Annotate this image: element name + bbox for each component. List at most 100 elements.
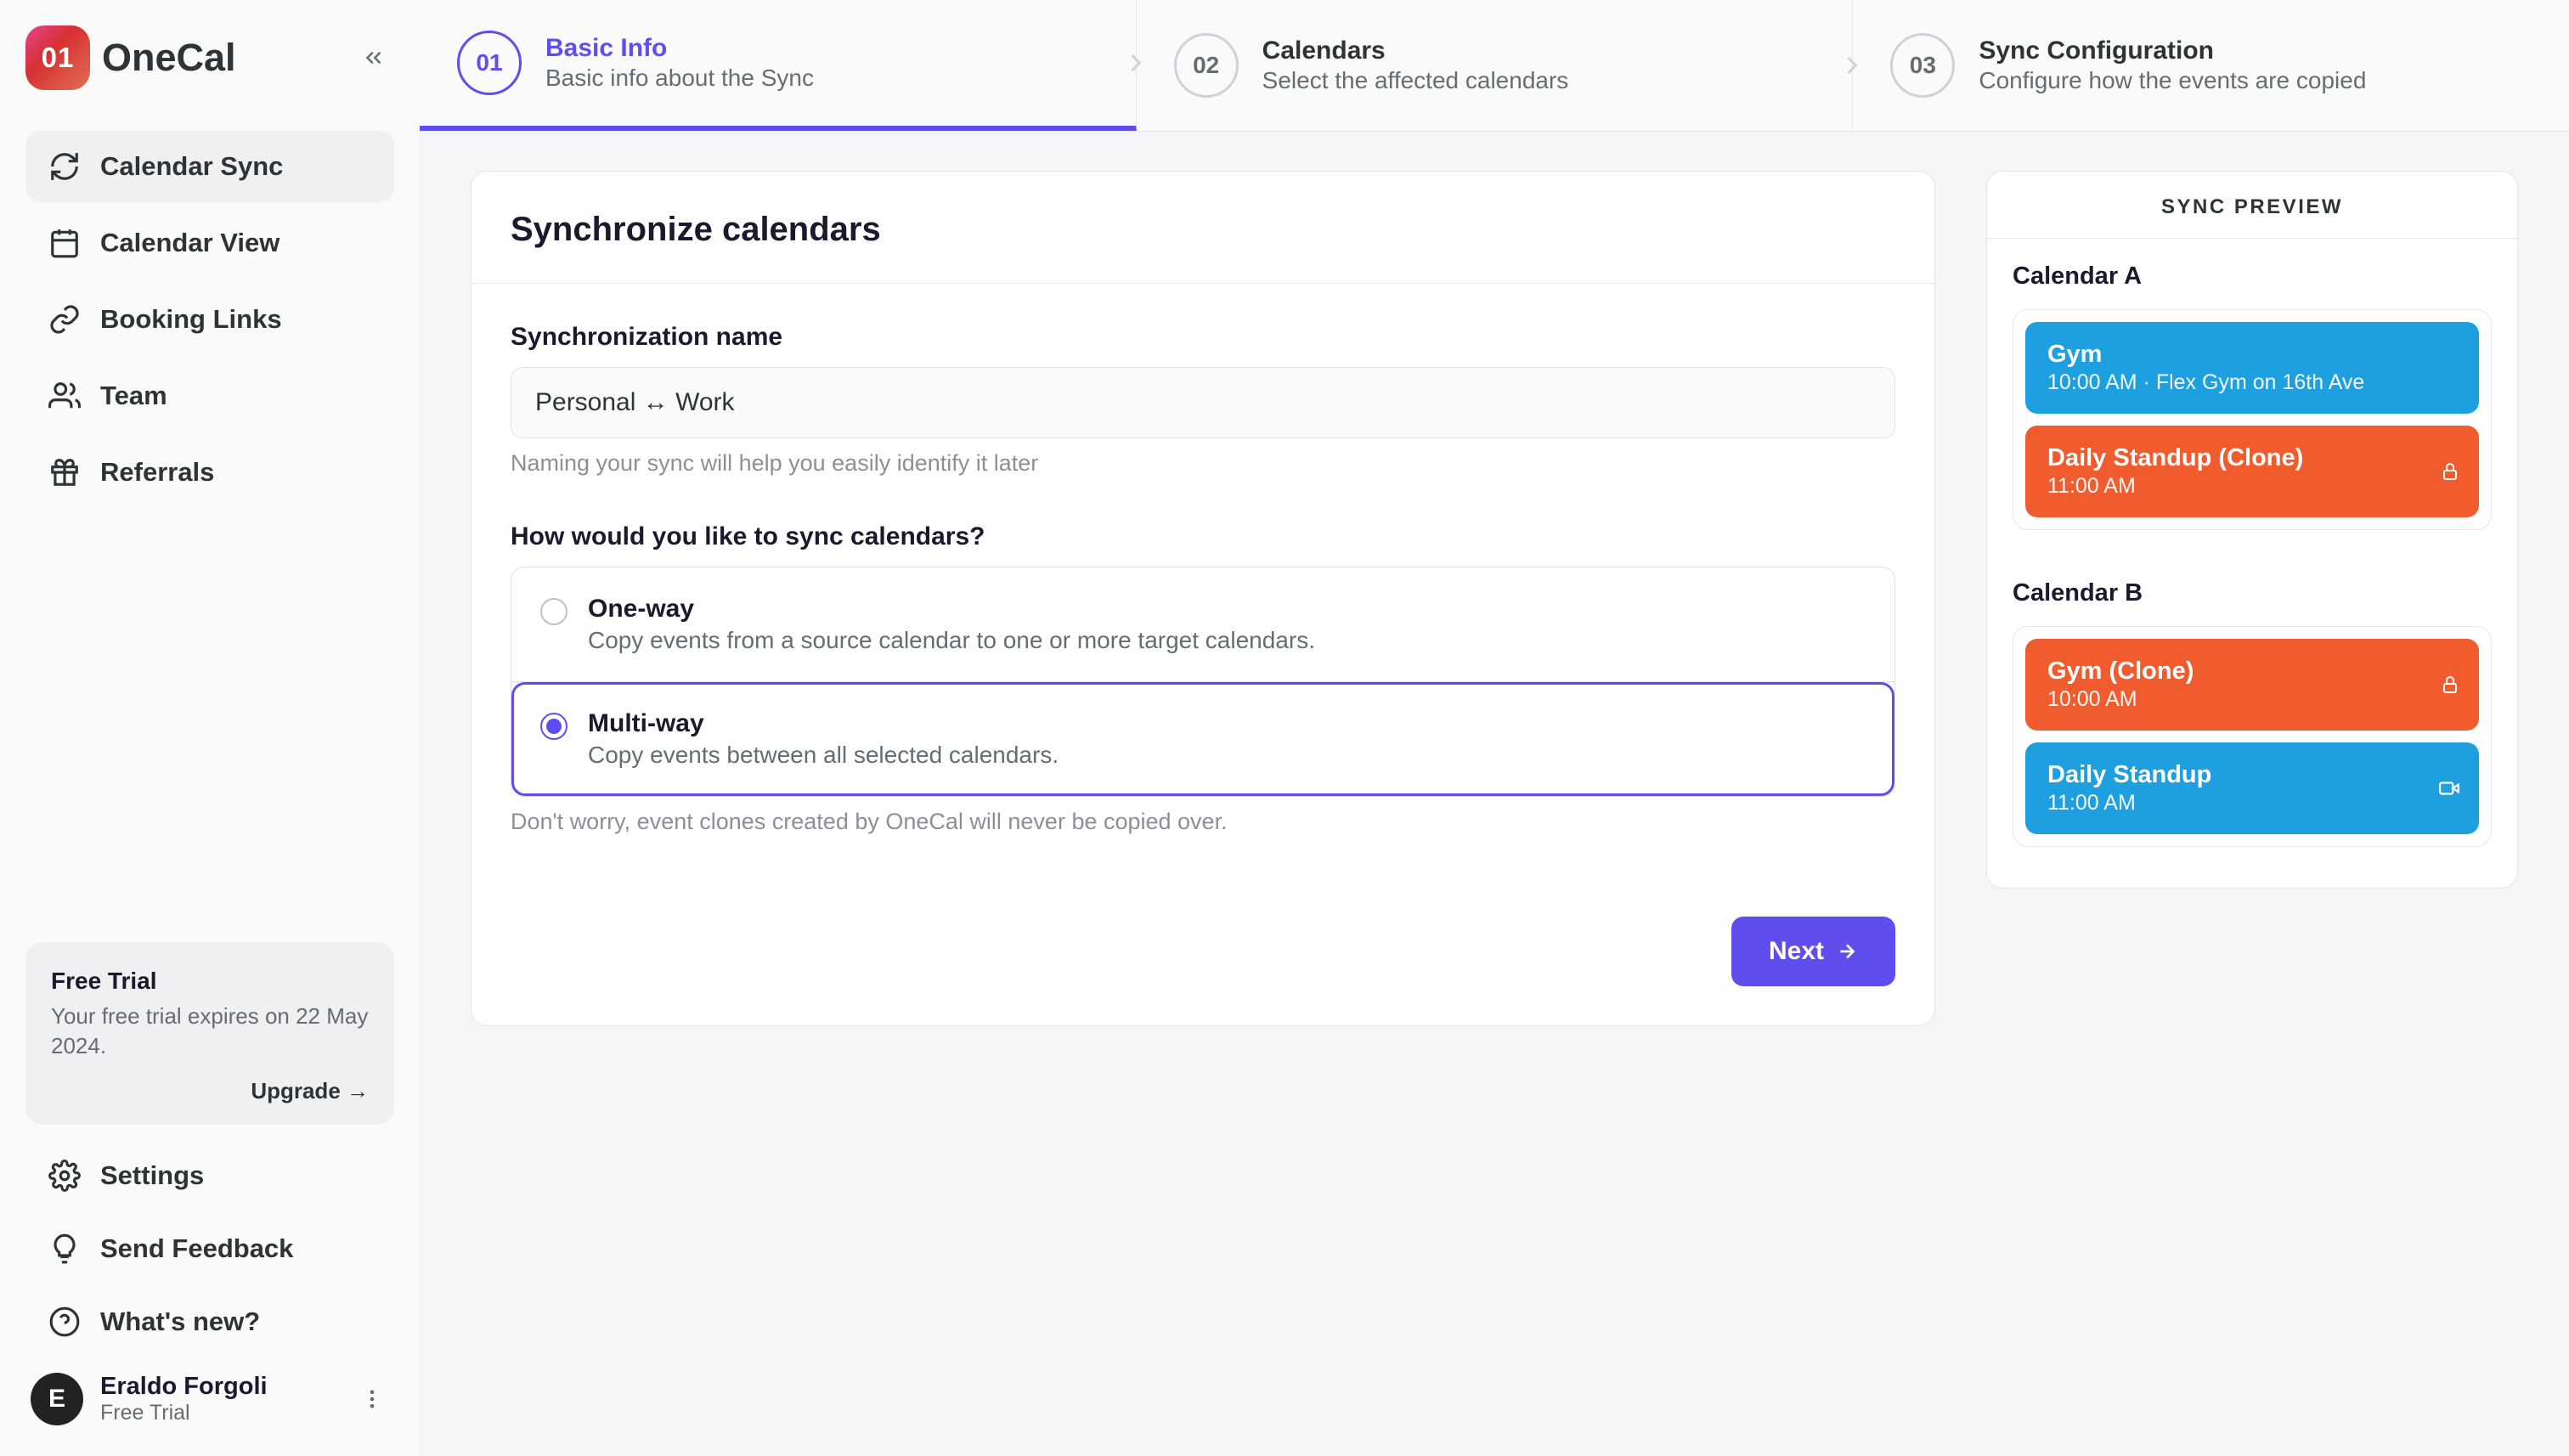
step-title: Calendars [1262, 37, 1569, 65]
event-subtitle: 11:00 AM [2047, 474, 2457, 499]
sidebar-item-label: Settings [100, 1160, 204, 1191]
sync-mode-radio-group: One-way Copy events from a source calend… [511, 567, 1895, 797]
sidebar: 01 OneCal Calendar Sync Calendar View Bo… [0, 0, 420, 1456]
step-title: Basic Info [545, 34, 814, 63]
trial-body: Your free trial expires on 22 May 2024. [51, 1002, 369, 1061]
sidebar-item-calendar-view[interactable]: Calendar View [25, 207, 394, 279]
radio-option-multi-way[interactable]: Multi-way Copy events between all select… [511, 682, 1894, 796]
brand-row: 01 OneCal [25, 25, 394, 90]
form-panel: Synchronize calendars Synchronization na… [471, 171, 1935, 1026]
step-basic-info[interactable]: 01 Basic Info Basic info about the Sync [420, 0, 1137, 131]
form-body: Synchronization name Naming your sync wi… [471, 284, 1934, 891]
event-daily-standup-clone: Daily Standup (Clone) 11:00 AM [2025, 426, 2479, 517]
nav: Calendar Sync Calendar View Booking Link… [25, 131, 394, 508]
sidebar-item-whats-new[interactable]: What's new? [25, 1288, 394, 1356]
radio-option-one-way[interactable]: One-way Copy events from a source calend… [511, 567, 1894, 682]
user-row: E Eraldo Forgoli Free Trial [25, 1356, 394, 1431]
form-foot: Next [471, 891, 1934, 1025]
calendar-name: Calendar A [2013, 262, 2492, 291]
option-description: Copy events between all selected calenda… [588, 742, 1059, 769]
sidebar-item-label: Referrals [100, 457, 214, 488]
lightbulb-icon [48, 1232, 82, 1266]
sync-mode-field: How would you like to sync calendars? On… [511, 522, 1895, 835]
sync-name-hint: Naming your sync will help you easily id… [511, 450, 1895, 477]
upgrade-link[interactable]: Upgrade → [51, 1078, 369, 1104]
sidebar-item-referrals[interactable]: Referrals [25, 437, 394, 508]
sidebar-item-send-feedback[interactable]: Send Feedback [25, 1215, 394, 1283]
page-title: Synchronize calendars [511, 211, 1895, 249]
stepper: 01 Basic Info Basic info about the Sync … [420, 0, 2569, 132]
step-calendars[interactable]: 02 Calendars Select the affected calenda… [1137, 0, 1854, 131]
step-subtitle: Select the affected calendars [1262, 67, 1569, 94]
video-icon [2438, 777, 2460, 799]
event-title: Daily Standup (Clone) [2047, 444, 2457, 472]
brand-mark: 01 [25, 25, 90, 90]
step-number: 01 [457, 31, 522, 95]
sidebar-item-settings[interactable]: Settings [25, 1142, 394, 1210]
avatar: E [31, 1373, 83, 1425]
sidebar-item-label: Booking Links [100, 304, 282, 335]
brand[interactable]: 01 OneCal [25, 25, 236, 90]
calendar-name: Calendar B [2013, 579, 2492, 607]
sidebar-item-label: What's new? [100, 1306, 260, 1337]
main: 01 Basic Info Basic info about the Sync … [420, 0, 2569, 1456]
sidebar-item-team[interactable]: Team [25, 360, 394, 432]
sync-name-input[interactable] [511, 367, 1895, 438]
sidebar-item-booking-links[interactable]: Booking Links [25, 284, 394, 355]
sidebar-item-label: Calendar Sync [100, 151, 283, 182]
option-title: Multi-way [588, 709, 1059, 738]
sync-name-label: Synchronization name [511, 323, 1895, 352]
calendar-a-section: Calendar A Gym 10:00 AM · Flex Gym on 16… [1987, 239, 2517, 556]
preview-panel: SYNC PREVIEW Calendar A Gym 10:00 AM · F… [1986, 171, 2518, 889]
chevron-right-icon [1837, 50, 1867, 81]
step-body: Basic Info Basic info about the Sync [545, 34, 814, 92]
event-gym: Gym 10:00 AM · Flex Gym on 16th Ave [2025, 322, 2479, 414]
content-row: Synchronize calendars Synchronization na… [420, 132, 2569, 1456]
arrow-right-icon [1836, 940, 1858, 962]
chevron-right-icon [1121, 48, 1151, 78]
form-head: Synchronize calendars [471, 172, 1934, 284]
radio-indicator [540, 713, 567, 740]
event-subtitle: 10:00 AM · Flex Gym on 16th Ave [2047, 370, 2457, 395]
collapse-sidebar-button[interactable] [353, 37, 394, 78]
option-description: Copy events from a source calendar to on… [588, 627, 1315, 654]
user-info: Eraldo Forgoli Free Trial [100, 1373, 338, 1425]
sidebar-item-label: Calendar View [100, 228, 279, 258]
help-icon [48, 1305, 82, 1339]
lock-icon [2440, 674, 2460, 695]
sync-icon [48, 150, 82, 183]
sidebar-item-calendar-sync[interactable]: Calendar Sync [25, 131, 394, 202]
brand-name: OneCal [102, 36, 236, 80]
calendar-icon [48, 226, 82, 260]
step-title: Sync Configuration [1979, 37, 2366, 65]
sidebar-item-label: Team [100, 381, 167, 411]
link-icon [48, 302, 82, 336]
step-body: Sync Configuration Configure how the eve… [1979, 37, 2366, 94]
event-subtitle: 11:00 AM [2047, 791, 2457, 815]
event-subtitle: 10:00 AM [2047, 687, 2457, 712]
step-subtitle: Basic info about the Sync [545, 65, 814, 92]
sync-mode-hint: Don't worry, event clones created by One… [511, 809, 1895, 835]
next-button-label: Next [1769, 937, 1824, 966]
user-plan: Free Trial [100, 1401, 338, 1425]
sidebar-item-label: Send Feedback [100, 1233, 293, 1264]
user-menu-button[interactable] [355, 1382, 389, 1416]
team-icon [48, 379, 82, 413]
footer-nav: Settings Send Feedback What's new? [25, 1142, 394, 1356]
gear-icon [48, 1159, 82, 1193]
step-sync-configuration[interactable]: 03 Sync Configuration Configure how the … [1853, 0, 2569, 131]
next-button[interactable]: Next [1731, 917, 1895, 986]
step-number: 03 [1890, 33, 1955, 98]
event-title: Daily Standup [2047, 761, 2457, 789]
more-vertical-icon [360, 1387, 384, 1411]
event-title: Gym (Clone) [2047, 657, 2457, 686]
event-gym-clone: Gym (Clone) 10:00 AM [2025, 639, 2479, 731]
radio-indicator [540, 598, 567, 625]
user-name: Eraldo Forgoli [100, 1373, 338, 1401]
event-card: Gym (Clone) 10:00 AM Daily Standup 11:00… [2013, 626, 2492, 847]
trial-title: Free Trial [51, 968, 369, 995]
lock-icon [2440, 461, 2460, 482]
event-card: Gym 10:00 AM · Flex Gym on 16th Ave Dail… [2013, 309, 2492, 530]
gift-icon [48, 455, 82, 489]
sync-mode-label: How would you like to sync calendars? [511, 522, 1895, 551]
